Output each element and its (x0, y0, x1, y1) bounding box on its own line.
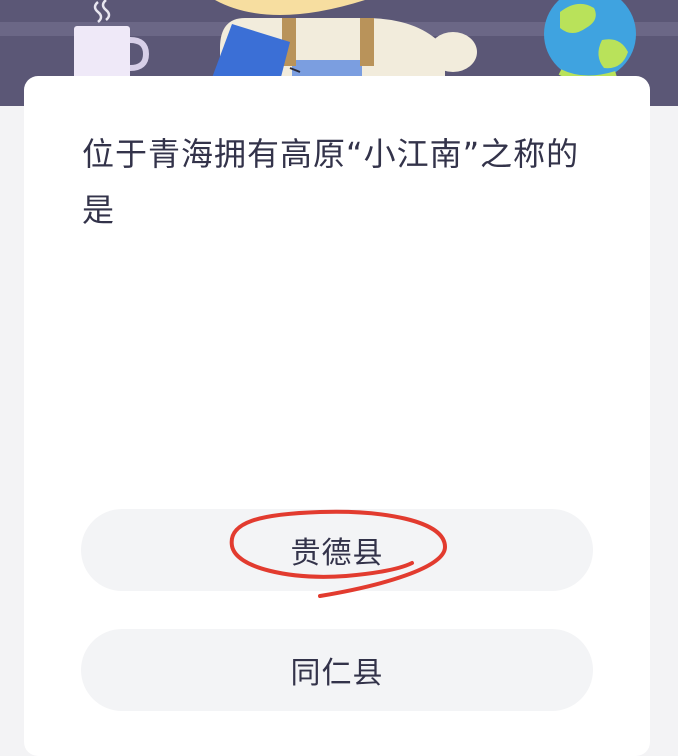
answer-option-2[interactable]: 同仁县 (81, 629, 593, 711)
answer-option-1-label: 贵德县 (290, 536, 384, 571)
steam-icon (93, 1, 103, 23)
coffee-mug-icon (74, 26, 150, 82)
question-card: 位于青海拥有高原“小江南”之称的是 贵德县 同仁县 (24, 76, 650, 756)
globe-icon (544, 0, 636, 82)
answer-option-2-label: 同仁县 (290, 656, 384, 691)
question-text: 位于青海拥有高原“小江南”之称的是 (82, 135, 580, 229)
answer-option-1[interactable]: 贵德县 (81, 509, 593, 591)
